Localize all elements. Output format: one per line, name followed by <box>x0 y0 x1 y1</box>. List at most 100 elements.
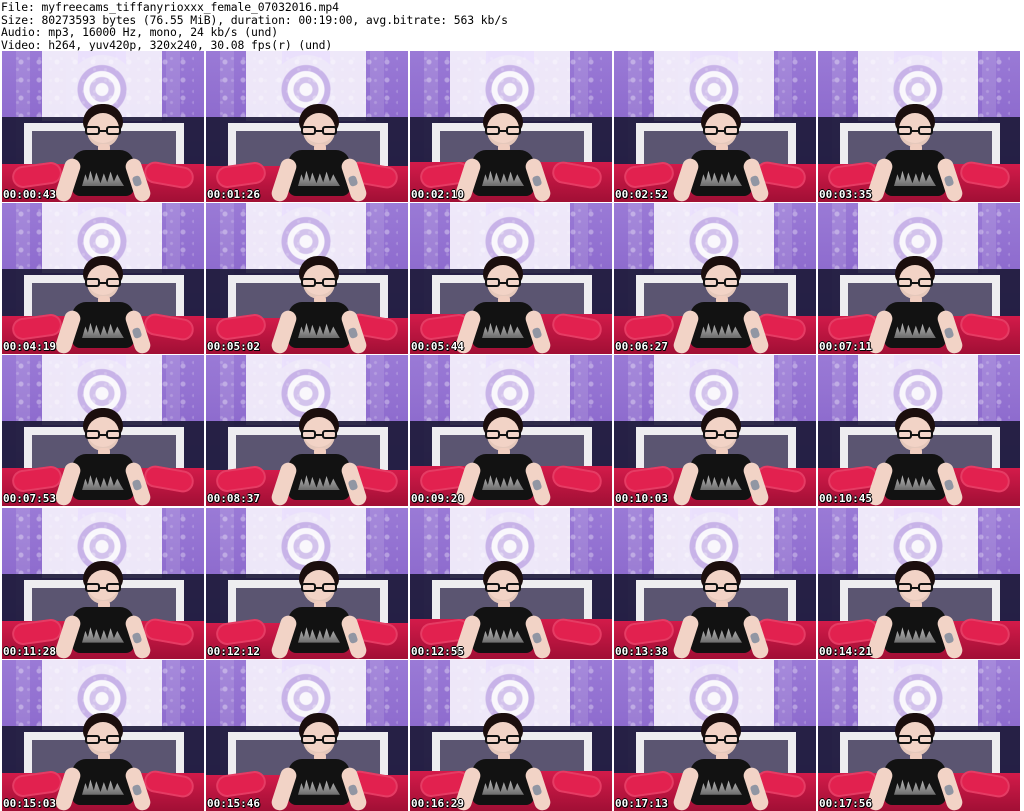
glasses-bridge <box>99 738 107 741</box>
shirt <box>472 302 534 349</box>
glasses-lens <box>918 734 933 744</box>
glasses-lens <box>724 734 739 744</box>
glasses-icon <box>301 582 337 593</box>
person <box>865 98 965 202</box>
thumbnail-timestamp: 00:11:28 <box>3 644 56 658</box>
glasses-lens <box>703 126 718 135</box>
shirt <box>472 758 534 805</box>
glasses-bridge <box>315 282 323 285</box>
thumbnail-timestamp: 00:05:44 <box>411 340 464 354</box>
thumbnail: 00:01:26 <box>206 51 408 202</box>
thumbnail: 00:12:12 <box>206 507 408 659</box>
glasses-bridge <box>717 586 725 589</box>
glasses-bridge <box>99 434 107 437</box>
glasses-lens <box>918 582 933 592</box>
person <box>865 402 965 507</box>
glasses-icon <box>85 126 121 136</box>
glasses-bridge <box>717 282 725 285</box>
glasses-icon <box>85 582 121 593</box>
shirt <box>884 454 946 501</box>
glasses-lens <box>485 126 500 135</box>
glasses-lens <box>322 582 337 592</box>
person <box>453 250 553 355</box>
thumbnail-timestamp: 00:09:20 <box>411 492 464 506</box>
thumbnail: 00:03:35 <box>818 51 1020 202</box>
glasses-bridge <box>315 434 323 437</box>
glasses-lens <box>301 582 316 592</box>
glasses-bridge <box>717 434 725 437</box>
glasses-lens <box>724 582 739 592</box>
person <box>865 250 965 355</box>
metadata-header: File: myfreecams_tiffanyrioxxx_female_07… <box>0 0 1024 51</box>
thumbnail-timestamp: 00:17:56 <box>819 796 872 810</box>
shirt <box>472 150 534 196</box>
thumbnail-timestamp: 00:14:21 <box>819 644 872 658</box>
glasses-lens <box>106 734 121 744</box>
person <box>453 555 553 659</box>
thumbnail-timestamp: 00:05:02 <box>207 340 260 354</box>
glasses-lens <box>106 430 121 440</box>
glasses-lens <box>703 430 718 440</box>
glasses-icon <box>703 734 739 745</box>
thumbnail: 00:02:10 <box>410 51 612 202</box>
glasses-lens <box>897 430 912 440</box>
glasses-bridge <box>99 586 107 589</box>
shirt <box>884 758 946 805</box>
glasses-icon <box>301 278 337 288</box>
thumbnail-timestamp: 00:03:35 <box>819 188 872 201</box>
thumbnail-timestamp: 00:02:52 <box>615 188 668 201</box>
glasses-lens <box>322 430 337 440</box>
glasses-lens <box>918 278 933 288</box>
glasses-lens <box>485 278 500 288</box>
glasses-bridge <box>499 434 507 437</box>
thumbnail-timestamp: 00:17:13 <box>615 796 668 810</box>
thumbnail-timestamp: 00:02:10 <box>411 188 464 201</box>
shirt <box>72 150 134 196</box>
thumbnail: 00:14:21 <box>818 507 1020 659</box>
glasses-icon <box>301 126 337 136</box>
thumbnail: 00:04:19 <box>2 203 204 355</box>
thumbnail: 00:15:46 <box>206 659 408 811</box>
thumbnail: 00:05:44 <box>410 203 612 355</box>
glasses-lens <box>85 278 100 288</box>
shirt <box>884 606 946 653</box>
glasses-lens <box>506 582 521 592</box>
person <box>53 98 153 202</box>
person <box>53 250 153 355</box>
glasses-bridge <box>717 738 725 741</box>
glasses-bridge <box>499 586 507 589</box>
shirt <box>72 606 134 653</box>
thumbnail: 00:10:03 <box>614 355 816 507</box>
glasses-lens <box>897 278 912 288</box>
glasses-lens <box>724 126 739 135</box>
thumbnail: 00:15:03 <box>2 659 204 811</box>
glasses-icon <box>301 430 337 440</box>
glasses-lens <box>703 278 718 288</box>
glasses-lens <box>724 278 739 288</box>
thumbnail: 00:12:55 <box>410 507 612 659</box>
glasses-icon <box>485 126 521 136</box>
thumbnail: 00:09:20 <box>410 355 612 507</box>
glasses-lens <box>106 126 121 135</box>
thumbnail: 00:10:45 <box>818 355 1020 507</box>
glasses-lens <box>106 278 121 288</box>
glasses-lens <box>301 734 316 744</box>
glasses-bridge <box>499 738 507 741</box>
shirt <box>288 150 350 196</box>
thumbnail-grid: 00:00:43 00:01:26 00:02:10 00:02:52 00:0… <box>2 51 1024 811</box>
glasses-lens <box>703 582 718 592</box>
glasses-icon <box>897 734 933 745</box>
person <box>671 707 771 811</box>
glasses-icon <box>85 430 121 440</box>
glasses-lens <box>724 430 739 440</box>
person <box>269 707 369 811</box>
person <box>671 555 771 659</box>
thumbnail: 00:17:13 <box>614 659 816 811</box>
glasses-icon <box>703 126 739 136</box>
shirt <box>884 150 946 196</box>
glasses-lens <box>485 430 500 440</box>
glasses-lens <box>506 278 521 288</box>
person <box>453 402 553 507</box>
thumbnail-timestamp: 00:06:27 <box>615 340 668 354</box>
thumbnail-timestamp: 00:10:45 <box>819 492 872 506</box>
